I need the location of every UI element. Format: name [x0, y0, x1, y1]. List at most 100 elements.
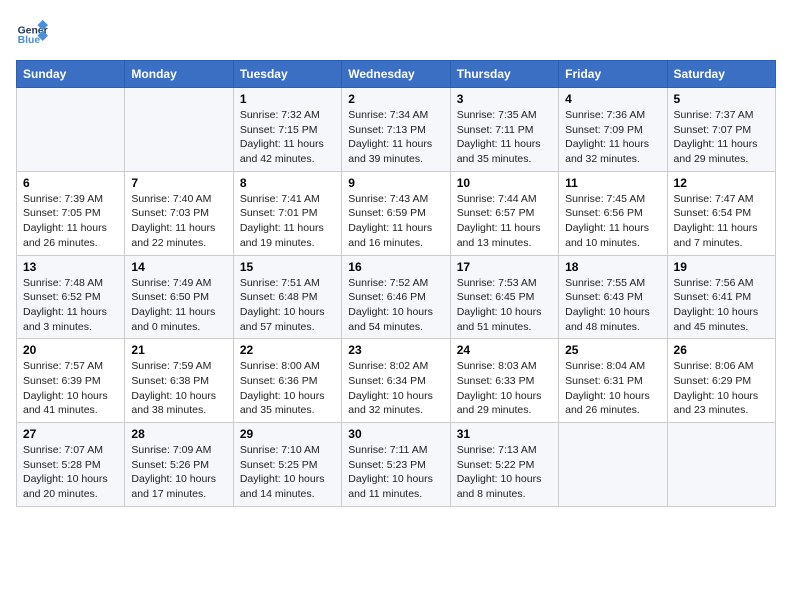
calendar-cell: 30 Sunrise: 7:11 AMSunset: 5:23 PMDayligh… — [342, 423, 450, 507]
day-number: 6 — [23, 176, 118, 190]
svg-text:Blue: Blue — [18, 35, 41, 46]
day-info: Sunrise: 7:55 AMSunset: 6:43 PMDaylight:… — [565, 276, 660, 335]
calendar-cell — [125, 88, 233, 172]
calendar-cell — [667, 423, 775, 507]
day-info: Sunrise: 7:53 AMSunset: 6:45 PMDaylight:… — [457, 276, 552, 335]
calendar-cell: 6 Sunrise: 7:39 AMSunset: 7:05 PMDaylight… — [17, 171, 125, 255]
calendar-cell: 26 Sunrise: 8:06 AMSunset: 6:29 PMDayligh… — [667, 339, 775, 423]
calendar-cell: 19 Sunrise: 7:56 AMSunset: 6:41 PMDayligh… — [667, 255, 775, 339]
calendar-cell: 14 Sunrise: 7:49 AMSunset: 6:50 PMDayligh… — [125, 255, 233, 339]
day-number: 10 — [457, 176, 552, 190]
day-number: 8 — [240, 176, 335, 190]
calendar-cell: 1 Sunrise: 7:32 AMSunset: 7:15 PMDaylight… — [233, 88, 341, 172]
calendar-cell: 29Sunrise: 7:10 AMSunset: 5:25 PMDayligh… — [233, 423, 341, 507]
calendar-cell: 20 Sunrise: 7:57 AMSunset: 6:39 PMDayligh… — [17, 339, 125, 423]
col-header-tuesday: Tuesday — [233, 61, 341, 88]
day-number: 3 — [457, 92, 552, 106]
page-header: General Blue — [16, 16, 776, 48]
day-number: 25 — [565, 343, 660, 357]
calendar-cell: 28Sunrise: 7:09 AMSunset: 5:26 PMDayligh… — [125, 423, 233, 507]
day-number: 4 — [565, 92, 660, 106]
day-info: Sunrise: 7:51 AMSunset: 6:48 PMDaylight:… — [240, 276, 335, 335]
day-info: Sunrise: 7:10 AMSunset: 5:25 PMDaylight:… — [240, 443, 335, 502]
day-info: Sunrise: 7:41 AMSunset: 7:01 PMDaylight:… — [240, 192, 335, 251]
day-number: 22 — [240, 343, 335, 357]
day-number: 11 — [565, 176, 660, 190]
calendar-cell: 5 Sunrise: 7:37 AMSunset: 7:07 PMDaylight… — [667, 88, 775, 172]
day-info: Sunrise: 7:49 AMSunset: 6:50 PMDaylight:… — [131, 276, 226, 335]
logo: General Blue — [16, 16, 52, 48]
day-number: 2 — [348, 92, 443, 106]
day-info: Sunrise: 7:56 AMSunset: 6:41 PMDaylight:… — [674, 276, 769, 335]
day-info: Sunrise: 7:47 AMSunset: 6:54 PMDaylight:… — [674, 192, 769, 251]
day-number: 19 — [674, 260, 769, 274]
day-number: 26 — [674, 343, 769, 357]
calendar-table: SundayMondayTuesdayWednesdayThursdayFrid… — [16, 60, 776, 507]
day-number: 14 — [131, 260, 226, 274]
day-number: 30 — [348, 427, 443, 441]
calendar-cell: 9 Sunrise: 7:43 AMSunset: 6:59 PMDaylight… — [342, 171, 450, 255]
day-info: Sunrise: 7:37 AMSunset: 7:07 PMDaylight:… — [674, 108, 769, 167]
calendar-cell: 21 Sunrise: 7:59 AMSunset: 6:38 PMDayligh… — [125, 339, 233, 423]
calendar-cell: 10 Sunrise: 7:44 AMSunset: 6:57 PMDayligh… — [450, 171, 558, 255]
col-header-sunday: Sunday — [17, 61, 125, 88]
col-header-saturday: Saturday — [667, 61, 775, 88]
day-info: Sunrise: 7:34 AMSunset: 7:13 PMDaylight:… — [348, 108, 443, 167]
day-number: 9 — [348, 176, 443, 190]
day-number: 31 — [457, 427, 552, 441]
day-info: Sunrise: 7:11 AMSunset: 5:23 PMDaylight:… — [348, 443, 443, 502]
logo-icon: General Blue — [16, 16, 48, 48]
calendar-cell: 3 Sunrise: 7:35 AMSunset: 7:11 PMDaylight… — [450, 88, 558, 172]
day-info: Sunrise: 7:07 AMSunset: 5:28 PMDaylight:… — [23, 443, 118, 502]
calendar-cell: 15 Sunrise: 7:51 AMSunset: 6:48 PMDayligh… — [233, 255, 341, 339]
day-info: Sunrise: 7:43 AMSunset: 6:59 PMDaylight:… — [348, 192, 443, 251]
calendar-cell: 7 Sunrise: 7:40 AMSunset: 7:03 PMDaylight… — [125, 171, 233, 255]
calendar-cell: 25 Sunrise: 8:04 AMSunset: 6:31 PMDayligh… — [559, 339, 667, 423]
day-number: 21 — [131, 343, 226, 357]
day-info: Sunrise: 7:40 AMSunset: 7:03 PMDaylight:… — [131, 192, 226, 251]
calendar-cell: 24 Sunrise: 8:03 AMSunset: 6:33 PMDayligh… — [450, 339, 558, 423]
day-number: 20 — [23, 343, 118, 357]
day-number: 24 — [457, 343, 552, 357]
calendar-cell: 4 Sunrise: 7:36 AMSunset: 7:09 PMDaylight… — [559, 88, 667, 172]
calendar-cell: 18 Sunrise: 7:55 AMSunset: 6:43 PMDayligh… — [559, 255, 667, 339]
calendar-cell: 2 Sunrise: 7:34 AMSunset: 7:13 PMDaylight… — [342, 88, 450, 172]
day-info: Sunrise: 7:36 AMSunset: 7:09 PMDaylight:… — [565, 108, 660, 167]
day-info: Sunrise: 7:13 AMSunset: 5:22 PMDaylight:… — [457, 443, 552, 502]
calendar-cell: 11 Sunrise: 7:45 AMSunset: 6:56 PMDayligh… — [559, 171, 667, 255]
col-header-wednesday: Wednesday — [342, 61, 450, 88]
day-info: Sunrise: 8:03 AMSunset: 6:33 PMDaylight:… — [457, 359, 552, 418]
calendar-cell: 27 Sunrise: 7:07 AMSunset: 5:28 PMDayligh… — [17, 423, 125, 507]
day-number: 16 — [348, 260, 443, 274]
col-header-monday: Monday — [125, 61, 233, 88]
day-info: Sunrise: 7:59 AMSunset: 6:38 PMDaylight:… — [131, 359, 226, 418]
day-number: 15 — [240, 260, 335, 274]
day-info: Sunrise: 7:57 AMSunset: 6:39 PMDaylight:… — [23, 359, 118, 418]
day-info: Sunrise: 7:39 AMSunset: 7:05 PMDaylight:… — [23, 192, 118, 251]
day-info: Sunrise: 8:04 AMSunset: 6:31 PMDaylight:… — [565, 359, 660, 418]
day-info: Sunrise: 7:35 AMSunset: 7:11 PMDaylight:… — [457, 108, 552, 167]
day-number: 18 — [565, 260, 660, 274]
day-info: Sunrise: 7:45 AMSunset: 6:56 PMDaylight:… — [565, 192, 660, 251]
day-info: Sunrise: 8:06 AMSunset: 6:29 PMDaylight:… — [674, 359, 769, 418]
day-number: 5 — [674, 92, 769, 106]
day-info: Sunrise: 7:09 AMSunset: 5:26 PMDaylight:… — [131, 443, 226, 502]
day-info: Sunrise: 7:44 AMSunset: 6:57 PMDaylight:… — [457, 192, 552, 251]
day-number: 27 — [23, 427, 118, 441]
day-info: Sunrise: 8:02 AMSunset: 6:34 PMDaylight:… — [348, 359, 443, 418]
col-header-thursday: Thursday — [450, 61, 558, 88]
day-number: 23 — [348, 343, 443, 357]
day-info: Sunrise: 7:48 AMSunset: 6:52 PMDaylight:… — [23, 276, 118, 335]
calendar-cell: 17 Sunrise: 7:53 AMSunset: 6:45 PMDayligh… — [450, 255, 558, 339]
day-number: 1 — [240, 92, 335, 106]
day-number: 13 — [23, 260, 118, 274]
calendar-cell — [559, 423, 667, 507]
calendar-cell: 23 Sunrise: 8:02 AMSunset: 6:34 PMDayligh… — [342, 339, 450, 423]
calendar-cell: 8 Sunrise: 7:41 AMSunset: 7:01 PMDaylight… — [233, 171, 341, 255]
day-info: Sunrise: 7:52 AMSunset: 6:46 PMDaylight:… — [348, 276, 443, 335]
day-number: 12 — [674, 176, 769, 190]
calendar-cell — [17, 88, 125, 172]
day-number: 7 — [131, 176, 226, 190]
day-info: Sunrise: 7:32 AMSunset: 7:15 PMDaylight:… — [240, 108, 335, 167]
day-number: 17 — [457, 260, 552, 274]
